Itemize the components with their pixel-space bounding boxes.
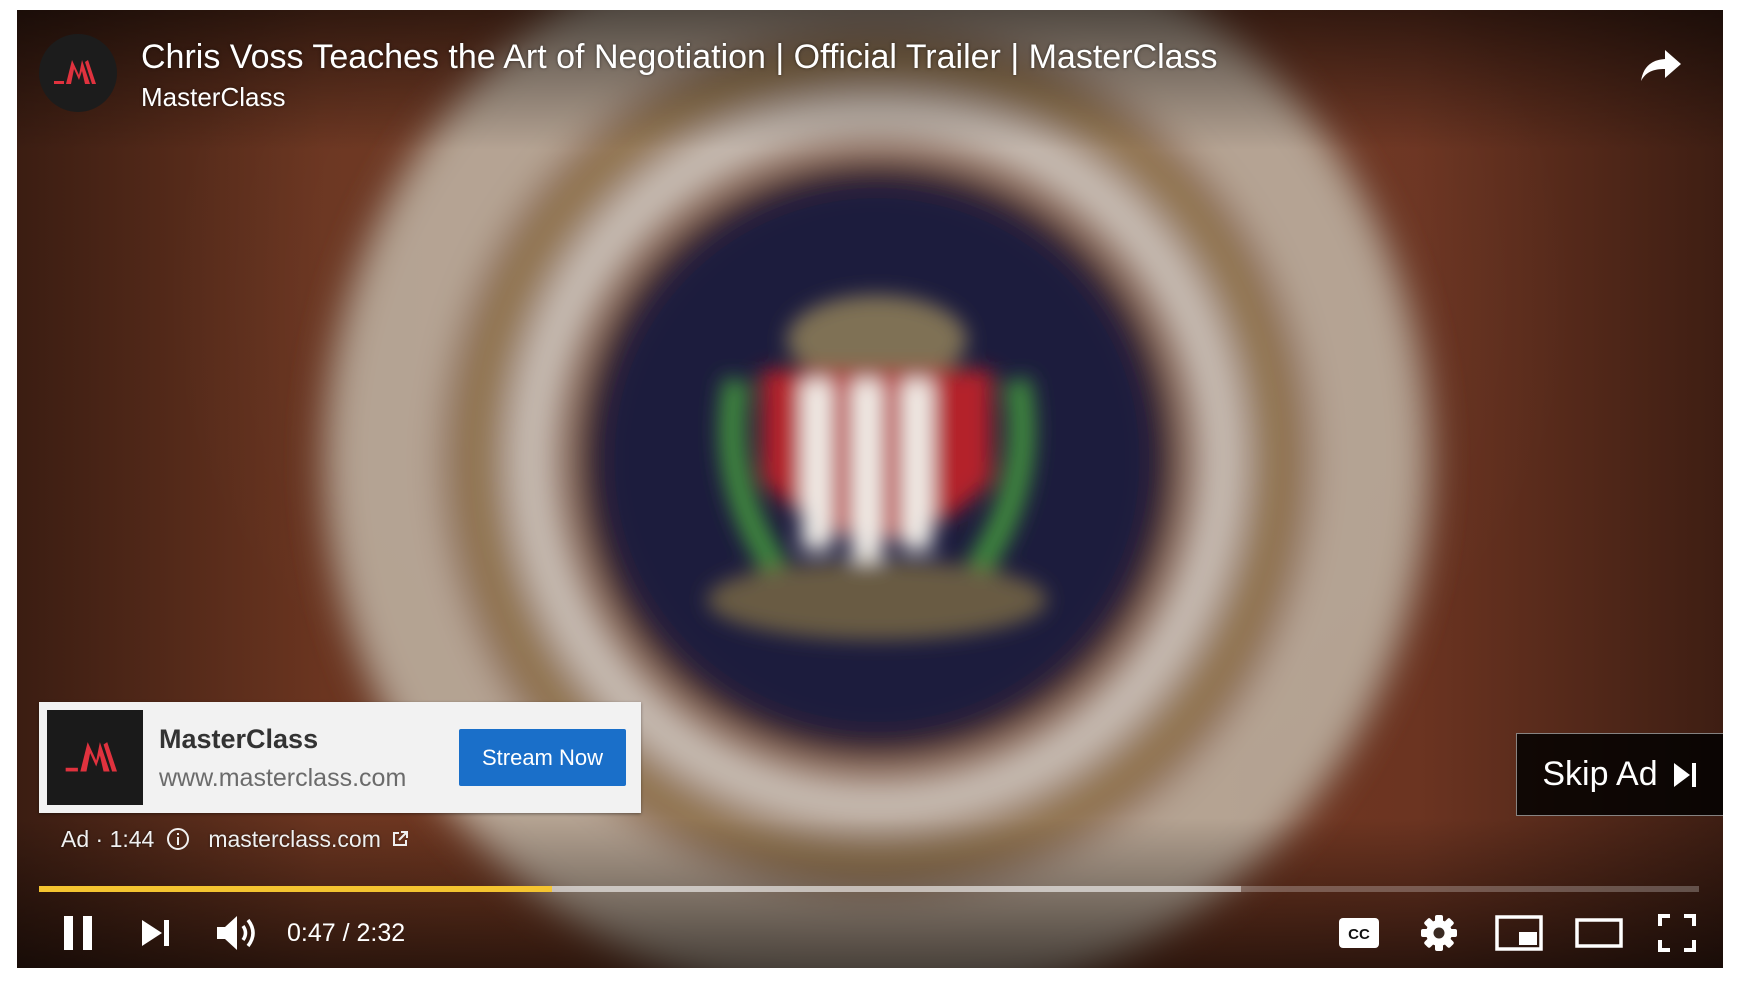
ad-overlay-card[interactable]: MasterClass www.masterclass.com Stream N… xyxy=(39,702,641,813)
next-button[interactable] xyxy=(131,900,181,966)
miniplayer-button[interactable] xyxy=(1491,900,1547,966)
svg-text:CC: CC xyxy=(1348,926,1370,943)
video-player[interactable]: Chris Voss Teaches the Art of Negotiatio… xyxy=(17,10,1723,968)
info-icon xyxy=(167,828,190,850)
advertiser-url[interactable]: www.masterclass.com xyxy=(159,764,406,793)
video-title[interactable]: Chris Voss Teaches the Art of Negotiatio… xyxy=(141,36,1603,78)
theater-mode-button[interactable] xyxy=(1571,900,1627,966)
ad-info-button[interactable] xyxy=(166,827,190,851)
share-button[interactable] xyxy=(1629,34,1693,98)
settings-icon xyxy=(1421,915,1457,951)
ad-countdown: Ad · 1:44 xyxy=(61,825,155,852)
captions-icon: CC xyxy=(1339,918,1379,948)
advertiser-name[interactable]: MasterClass xyxy=(159,724,318,755)
masterclass-logo-icon xyxy=(65,741,117,771)
pause-button[interactable] xyxy=(53,900,103,966)
pause-icon xyxy=(64,916,92,950)
share-arrow-icon xyxy=(1641,50,1681,81)
time-display: 0:47 / 2:32 xyxy=(287,900,405,966)
control-bar: 0:47 / 2:32 CC xyxy=(39,900,1699,966)
fullscreen-icon xyxy=(1658,914,1696,952)
fullscreen-button[interactable] xyxy=(1653,900,1701,966)
time-separator: / xyxy=(335,918,357,947)
skip-ad-label: Skip Ad xyxy=(1542,755,1658,793)
duration: 2:32 xyxy=(356,918,406,947)
skip-ad-button[interactable]: Skip Ad xyxy=(1516,733,1723,816)
current-time: 0:47 xyxy=(287,918,336,947)
advertiser-link[interactable]: masterclass.com xyxy=(208,826,381,853)
progress-bar[interactable] xyxy=(39,886,1699,892)
ad-info-row: Ad · 1:44 masterclass.com xyxy=(61,822,409,856)
external-link-icon[interactable] xyxy=(391,830,409,848)
channel-name[interactable]: MasterClass xyxy=(141,80,285,114)
captions-button[interactable]: CC xyxy=(1333,900,1385,966)
volume-icon xyxy=(217,916,255,950)
theater-mode-icon xyxy=(1575,918,1623,948)
volume-button[interactable] xyxy=(209,900,269,966)
masterclass-logo-icon xyxy=(54,60,96,84)
skip-next-icon xyxy=(1673,762,1696,787)
advertiser-logo[interactable] xyxy=(47,710,143,805)
stream-now-button[interactable]: Stream Now xyxy=(459,729,626,786)
miniplayer-icon xyxy=(1495,915,1543,951)
settings-button[interactable] xyxy=(1413,900,1465,966)
channel-avatar[interactable] xyxy=(39,34,117,112)
next-icon xyxy=(142,920,169,946)
progress-played xyxy=(39,886,552,892)
